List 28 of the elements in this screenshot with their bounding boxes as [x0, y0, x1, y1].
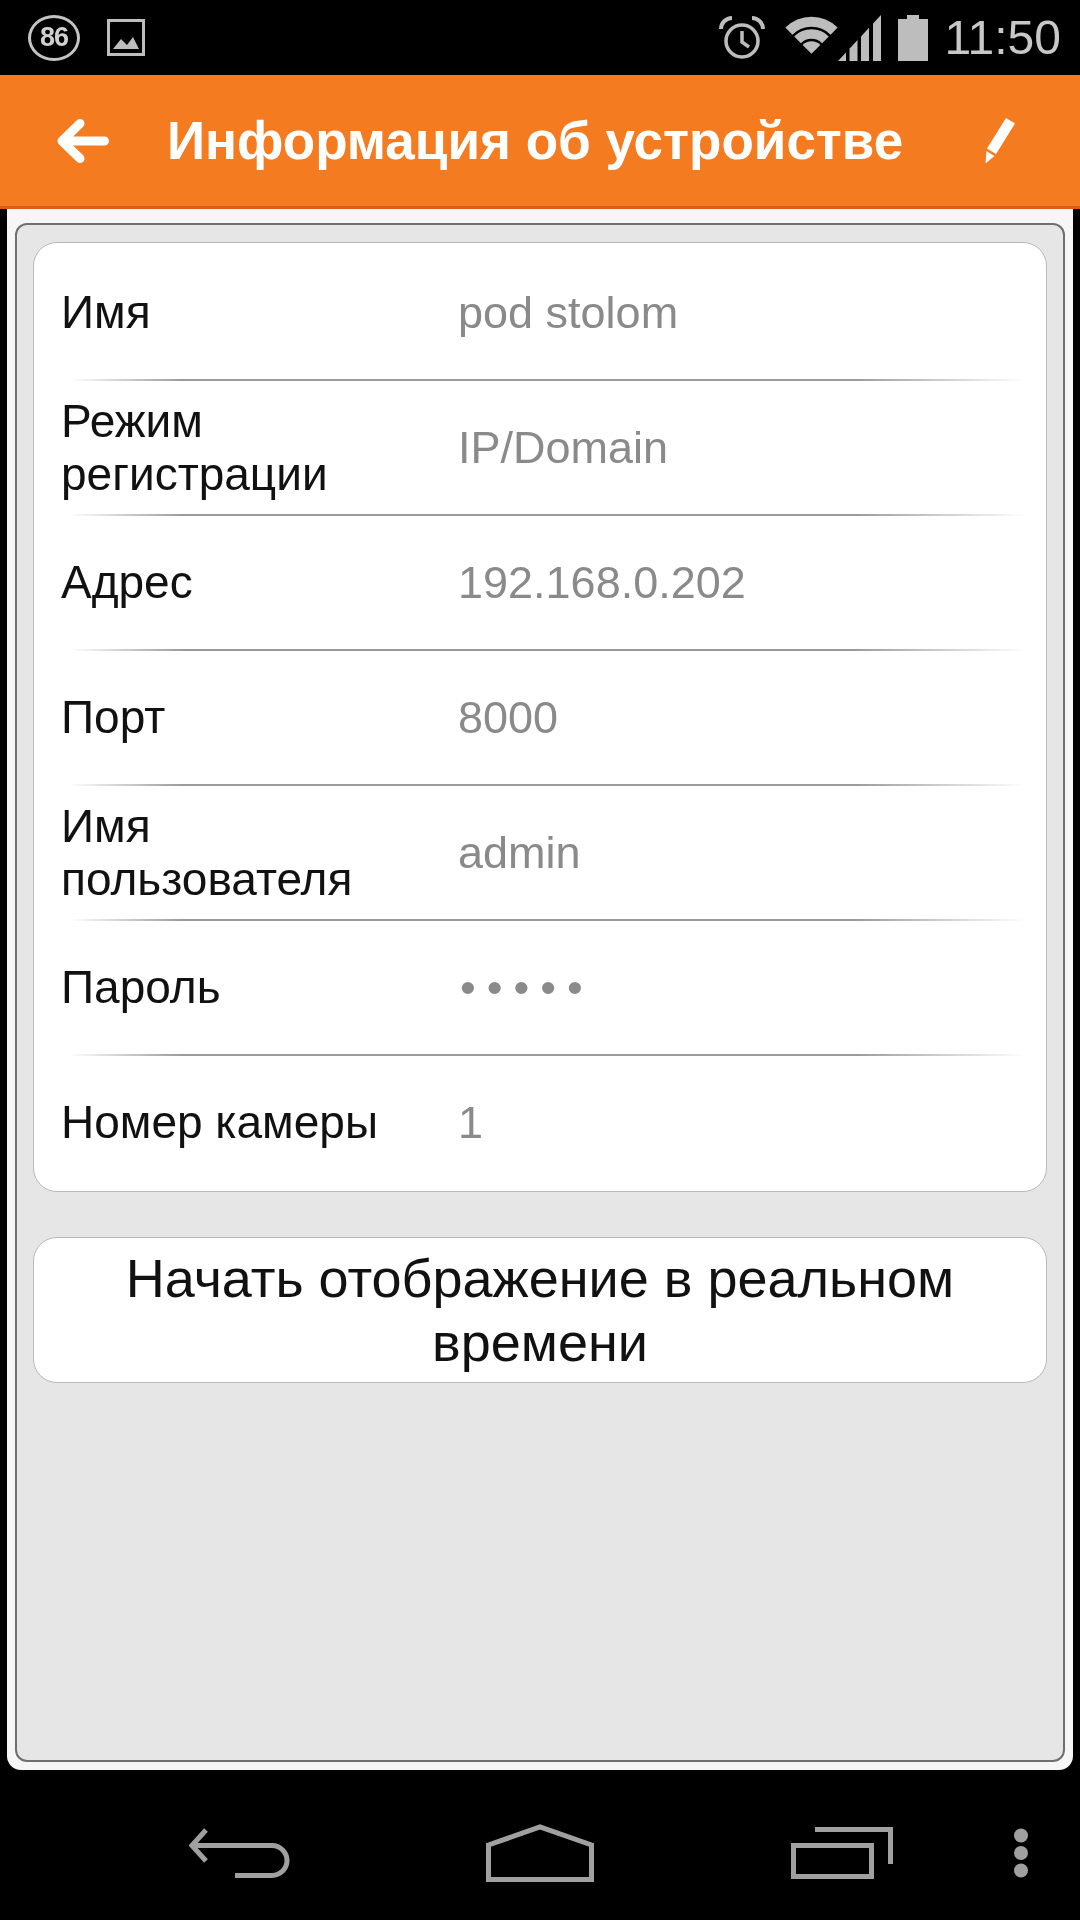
- field-label: Номер камеры: [61, 1096, 379, 1149]
- field-value: •••••: [460, 961, 594, 1014]
- field-label: Режим регистрации: [61, 394, 329, 501]
- battery-icon: [898, 14, 929, 61]
- start-live-view-button[interactable]: Начать отображение в реальном времени: [33, 1237, 1047, 1383]
- field-label: Порт: [61, 691, 167, 744]
- field-label: Имя: [61, 286, 152, 339]
- field-value: 1: [458, 1096, 484, 1149]
- back-icon[interactable]: [189, 1827, 290, 1879]
- notification-count-badge: 86: [28, 14, 80, 61]
- picture-icon: [107, 19, 145, 56]
- field-value: admin: [458, 826, 581, 879]
- field-value: 8000: [458, 691, 559, 744]
- field-value: IP/Domain: [458, 421, 669, 474]
- wifi-icon: [785, 15, 839, 54]
- home-icon[interactable]: [486, 1824, 594, 1882]
- pencil-icon[interactable]: [985, 117, 1016, 164]
- field-label: Пароль: [61, 961, 222, 1014]
- field-value: pod stolom: [458, 286, 679, 339]
- alarm-clock-icon: [718, 15, 767, 60]
- field-value: 192.168.0.202: [458, 556, 746, 609]
- signal-icon: [838, 14, 882, 61]
- screen-title: Информация об устройстве: [167, 110, 904, 171]
- recent-apps-icon[interactable]: [791, 1827, 893, 1879]
- menu-icon[interactable]: [1013, 1828, 1029, 1878]
- status-time: 11:50: [944, 13, 1061, 62]
- field-label: Имя пользователя: [61, 799, 354, 906]
- field-label: Адрес: [61, 556, 194, 609]
